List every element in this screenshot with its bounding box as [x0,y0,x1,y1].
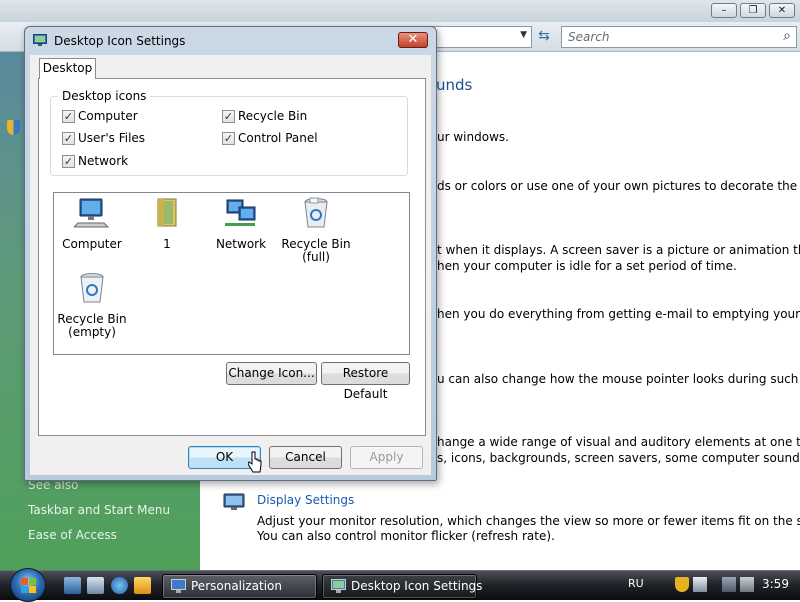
clock[interactable]: 3:59 [762,577,789,591]
dialog-close-button[interactable]: ✕ [398,32,428,48]
minimize-button[interactable]: – [711,3,737,18]
network-disconnected-icon[interactable] [722,577,736,592]
network-icon [225,199,256,226]
checkmark-icon[interactable]: ✓ [62,132,75,145]
network-tray-icon[interactable] [693,577,707,592]
display-settings-icon [223,493,245,510]
search-input[interactable]: Search ⌕ [561,26,797,48]
desc-line: u can also change how the mouse pointer … [437,372,799,386]
window-titlebar: – ❐ ✕ [0,0,800,22]
desc-line: ds or colors or use one of your own pict… [437,179,798,193]
icon-label: Computer [62,237,122,251]
desktop-icon-settings-icon [331,579,346,593]
list-item-computer[interactable]: Computer [55,197,129,251]
checkmark-icon[interactable]: ✓ [222,132,235,145]
switch-windows-icon[interactable] [87,577,104,594]
desc-line: ur windows. [437,130,509,144]
media-player-icon[interactable] [134,577,151,594]
desc-line: hange a wide range of visual and auditor… [437,435,800,449]
change-icon-button[interactable]: Change Icon... [226,362,317,385]
checkmark-icon[interactable]: ✓ [62,110,75,123]
search-icon[interactable]: ⌕ [783,28,791,44]
internet-explorer-icon[interactable] [111,577,128,594]
refresh-icon[interactable]: ⇆ [534,26,554,48]
volume-muted-icon[interactable] [740,577,754,592]
icon-label: 1 [163,237,171,251]
desc-line: hen your computer is idle for a set peri… [437,259,737,273]
computer-icon [72,198,110,228]
display-settings-desc: You can also control monitor flicker (re… [257,529,555,543]
security-shield-icon[interactable] [675,577,689,592]
desc-line: s, icons, backgrounds, screen savers, so… [437,451,800,465]
desc-line: hen you do everything from getting e-mai… [437,307,800,321]
language-indicator[interactable]: RU [628,577,644,590]
tab-desktop[interactable]: Desktop [39,58,96,79]
desc-line: t when it displays. A screen saver is a … [437,243,800,257]
personalization-icon [171,579,186,593]
user-folder-icon [157,198,177,227]
cancel-button[interactable]: Cancel [269,446,342,469]
display-settings-desc: Adjust your monitor resolution, which ch… [257,514,800,528]
show-desktop-icon[interactable] [64,577,81,594]
mouse-cursor-icon [248,451,262,473]
taskbar-start-menu-link[interactable]: Taskbar and Start Menu [28,503,170,517]
taskbar-item-personalization[interactable]: Personalization [162,574,317,599]
dialog-body: Desktop Desktop icons ✓ Computer ✓ Recyc… [30,55,431,475]
ease-of-access-link[interactable]: Ease of Access [28,528,117,542]
page-heading: unds [436,76,473,94]
start-button[interactable] [10,568,46,602]
dialog-title: Desktop Icon Settings [54,34,186,48]
taskbar-item-desktop-icon-settings[interactable]: Desktop Icon Settings [322,574,482,599]
windows-logo-icon [21,578,36,593]
taskbar: Personalization Desktop Icon Settings RU… [0,568,800,602]
dialog-title-icon [33,34,47,46]
icon-label: Recycle Bin (empty) [57,312,127,339]
maximize-button[interactable]: ❐ [740,3,766,18]
window-close-button[interactable]: ✕ [769,3,795,18]
desktop-icons-group-label: Desktop icons [58,89,151,103]
list-item-user-files[interactable]: 1 [130,197,204,251]
recycle-bin-full-icon [304,197,328,228]
icon-list[interactable]: Computer 1 Network Recycle Bin (full) Re… [53,192,410,355]
display-settings-link[interactable]: Display Settings [257,493,354,507]
list-item-recycle-bin-empty[interactable]: Recycle Bin (empty) [55,272,129,339]
list-item-recycle-bin-full[interactable]: Recycle Bin (full) [279,197,353,264]
search-placeholder: Search [568,30,610,44]
list-item-network[interactable]: Network [204,197,278,251]
address-field[interactable]: ▼ [432,26,532,48]
icon-label: Recycle Bin (full) [281,237,351,264]
shield-icon [7,120,20,135]
restore-default-button[interactable]: Restore Default [321,362,410,401]
checkmark-icon[interactable]: ✓ [62,155,75,168]
desktop-icon-settings-dialog: Desktop Icon Settings ✕ Desktop Desktop … [24,26,437,481]
address-dropdown-icon[interactable]: ▼ [520,30,527,40]
checkmark-icon[interactable]: ✓ [222,110,235,123]
icon-label: Network [215,237,267,251]
apply-button: Apply [350,446,423,469]
recycle-bin-empty-icon [80,273,104,303]
